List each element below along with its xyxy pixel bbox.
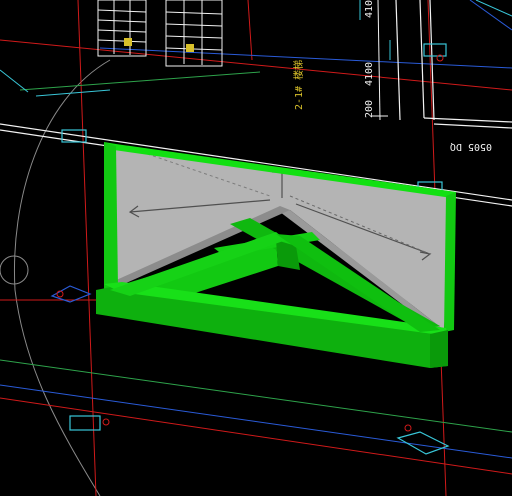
stair-marker <box>186 44 194 52</box>
wall-line-horiz-c <box>423 117 512 123</box>
roof-model[interactable] <box>96 142 456 368</box>
column-marker-icon[interactable] <box>69 415 101 431</box>
drawing-canvas[interactable]: 4100 4100 200 2-1# 楼梯 0505 DQ <box>0 0 512 496</box>
axis-point-marker <box>404 424 412 432</box>
grid-line-vertical-a <box>77 0 97 496</box>
dimension-text: 4100 <box>364 0 375 18</box>
wall-line-vert-a <box>395 0 401 121</box>
blue-line-right <box>469 0 512 31</box>
dimension-line <box>377 0 381 121</box>
frame-bottom-beam-side <box>430 330 448 368</box>
dimension-text: 4100 <box>364 62 375 86</box>
frame-left-edge <box>104 142 118 290</box>
green-line-top <box>19 71 261 91</box>
construction-arc <box>13 59 111 496</box>
cad-3d-viewport[interactable]: 4100 4100 200 2-1# 楼梯 0505 DQ <box>0 0 512 496</box>
frame-right-edge <box>444 192 456 332</box>
column-marker-icon[interactable] <box>423 43 447 57</box>
grid-line-vertical-c <box>247 0 253 61</box>
wall-line-horiz-d <box>433 123 512 129</box>
room-label: 2-1# 楼梯 <box>292 60 305 110</box>
blue-line-top <box>99 47 512 69</box>
stair-marker <box>124 38 132 46</box>
axis-point-marker <box>102 418 110 426</box>
code-label: 0505 DQ <box>450 141 492 152</box>
wall-line-vert-b <box>419 0 425 119</box>
dimension-text: 200 <box>364 100 375 118</box>
grid-line-diagonal <box>0 39 512 91</box>
grid-line-horizontal-a <box>0 397 512 475</box>
